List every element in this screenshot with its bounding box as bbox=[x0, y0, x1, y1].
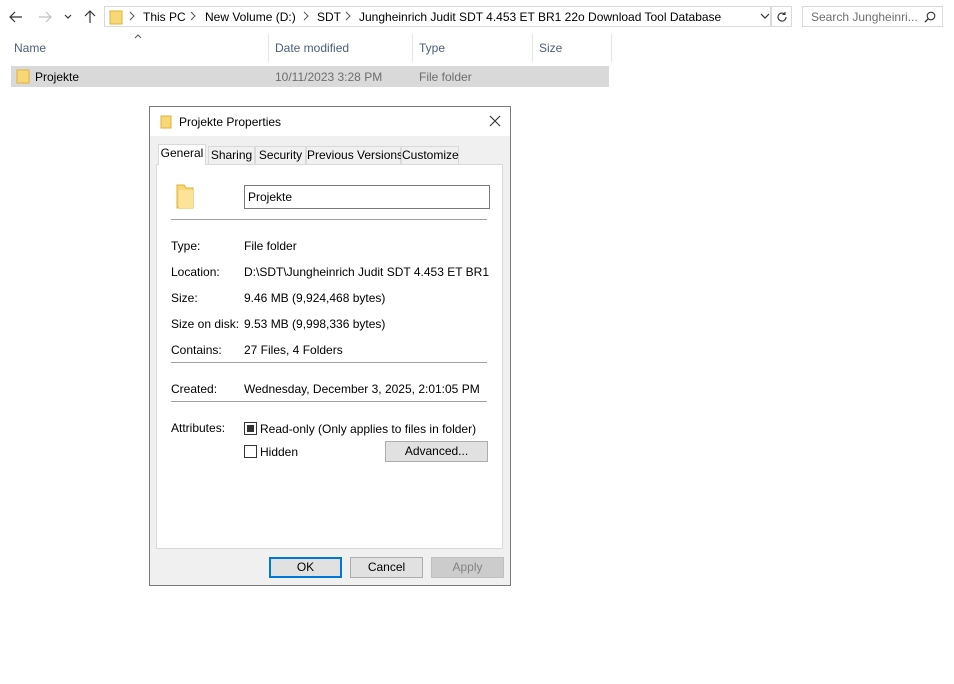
column-header-size[interactable]: Size bbox=[539, 41, 562, 55]
type-label: Type: bbox=[171, 239, 201, 253]
breadcrumb-sdt[interactable]: SDT bbox=[317, 10, 341, 24]
chevron-down-icon bbox=[64, 14, 72, 19]
folder-icon bbox=[160, 115, 172, 129]
search-input[interactable]: Search Jungheinri... bbox=[811, 10, 918, 24]
forward-button[interactable] bbox=[34, 6, 56, 28]
type-value: File folder bbox=[244, 239, 297, 253]
breadcrumb-this-pc[interactable]: This PC bbox=[143, 10, 186, 24]
divider bbox=[171, 219, 487, 220]
recent-locations-button[interactable] bbox=[58, 6, 78, 28]
size-label: Size: bbox=[171, 291, 198, 305]
column-header-name[interactable]: Name bbox=[14, 41, 46, 55]
chevron-right-icon bbox=[129, 11, 135, 21]
file-date: 10/11/2023 3:28 PM bbox=[275, 70, 383, 84]
general-panel: Projekte Type: File folder Location: D:\… bbox=[156, 164, 503, 549]
up-button[interactable] bbox=[79, 6, 101, 28]
file-row[interactable]: Projekte 10/11/2023 3:28 PM File folder bbox=[11, 66, 609, 87]
arrow-up-icon bbox=[84, 10, 96, 23]
column-divider[interactable] bbox=[268, 34, 269, 62]
file-name: Projekte bbox=[35, 70, 80, 84]
location-label: Location: bbox=[171, 265, 220, 279]
folder-name-value: Projekte bbox=[248, 190, 293, 204]
column-header-date[interactable]: Date modified bbox=[275, 41, 349, 55]
folder-icon bbox=[109, 10, 123, 25]
sort-ascending-icon bbox=[134, 34, 142, 39]
readonly-label[interactable]: Read-only (Only applies to files in fold… bbox=[260, 422, 476, 436]
column-divider[interactable] bbox=[611, 34, 612, 62]
tab-security[interactable]: Security bbox=[255, 146, 306, 164]
contains-label: Contains: bbox=[171, 343, 222, 357]
column-header-type[interactable]: Type bbox=[419, 41, 445, 55]
search-icon bbox=[924, 11, 936, 23]
contains-value: 27 Files, 4 Folders bbox=[244, 343, 343, 357]
column-divider[interactable] bbox=[532, 34, 533, 62]
hidden-checkbox[interactable] bbox=[244, 445, 257, 458]
apply-button[interactable]: Apply bbox=[431, 557, 504, 578]
search-box[interactable]: Search Jungheinri... bbox=[802, 6, 943, 27]
folder-icon bbox=[16, 69, 30, 84]
close-icon[interactable] bbox=[489, 115, 501, 127]
dialog-title: Projekte Properties bbox=[179, 115, 282, 129]
chevron-right-icon bbox=[345, 11, 351, 21]
breadcrumb-current-folder[interactable]: Jungheinrich Judit SDT 4.453 ET BR1 22o … bbox=[359, 10, 721, 24]
created-value: Wednesday, December 3, 2025, 2:01:05 PM bbox=[244, 382, 480, 396]
hidden-label[interactable]: Hidden bbox=[260, 445, 298, 459]
created-label: Created: bbox=[171, 382, 218, 396]
tab-sharing[interactable]: Sharing bbox=[208, 146, 255, 164]
divider bbox=[171, 401, 487, 402]
arrow-right-icon bbox=[39, 11, 52, 23]
chevron-right-icon bbox=[303, 11, 309, 21]
readonly-checkbox[interactable] bbox=[244, 422, 257, 435]
arrow-left-icon bbox=[9, 11, 22, 23]
folder-name-field[interactable]: Projekte bbox=[244, 185, 490, 209]
size-on-disk-label: Size on disk: bbox=[171, 317, 240, 331]
cancel-button[interactable]: Cancel bbox=[350, 557, 423, 578]
tab-general[interactable]: General bbox=[158, 144, 206, 165]
column-divider[interactable] bbox=[412, 34, 413, 62]
chevron-right-icon bbox=[190, 11, 196, 21]
ok-button[interactable]: OK bbox=[269, 557, 342, 578]
dialog-title-bar[interactable]: Projekte Properties bbox=[150, 107, 510, 136]
tab-previous-versions[interactable]: Previous Versions bbox=[306, 146, 403, 164]
breadcrumb-new-volume[interactable]: New Volume (D:) bbox=[205, 10, 296, 24]
folder-icon bbox=[176, 184, 194, 209]
advanced-button[interactable]: Advanced... bbox=[385, 441, 488, 462]
indeterminate-mark bbox=[247, 425, 254, 432]
size-value: 9.46 MB (9,924,468 bytes) bbox=[244, 291, 386, 305]
divider bbox=[171, 362, 487, 363]
tab-customize[interactable]: Customize bbox=[401, 146, 459, 164]
file-type: File folder bbox=[419, 70, 472, 84]
attributes-label: Attributes: bbox=[171, 421, 226, 435]
refresh-button[interactable] bbox=[771, 6, 792, 27]
chevron-down-icon[interactable] bbox=[760, 13, 770, 20]
back-button[interactable] bbox=[5, 6, 27, 28]
size-on-disk-value: 9.53 MB (9,998,336 bytes) bbox=[244, 317, 386, 331]
refresh-icon bbox=[776, 11, 787, 22]
location-value: D:\SDT\Jungheinrich Judit SDT 4.453 ET B… bbox=[244, 265, 489, 279]
properties-dialog: Projekte Properties General Sharing Secu… bbox=[149, 106, 511, 586]
address-bar[interactable]: This PC New Volume (D:) SDT Jungheinrich… bbox=[104, 6, 771, 27]
